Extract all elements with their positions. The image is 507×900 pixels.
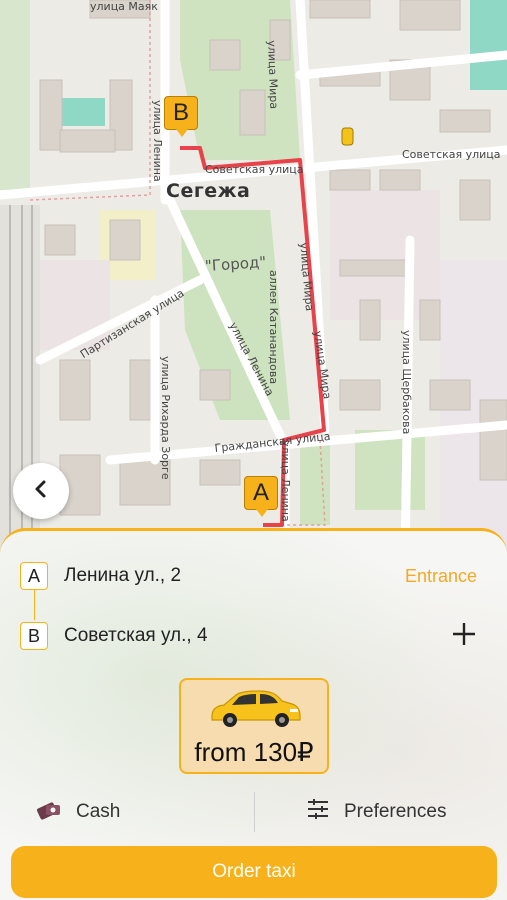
options-divider	[254, 792, 255, 832]
street-label: улица Ленина	[151, 100, 164, 182]
payment-method-button[interactable]: Cash	[36, 794, 120, 830]
preferences-button[interactable]: Preferences	[306, 794, 446, 830]
destination-point-badge: B	[20, 622, 48, 650]
street-label: улица Щербакова	[400, 330, 413, 435]
back-button[interactable]	[13, 463, 69, 519]
tariff-card[interactable]: from 130₽	[179, 678, 329, 774]
pickup-point-badge: A	[20, 562, 48, 590]
car-icon	[206, 684, 302, 737]
order-taxi-button[interactable]: Order taxi	[11, 846, 497, 898]
plus-icon[interactable]	[451, 621, 477, 652]
destination-row[interactable]: B Советская ул., 4	[20, 616, 477, 656]
pickup-row[interactable]: A Ленина ул., 2 Entrance	[20, 556, 477, 596]
street-label: улица Мира	[265, 40, 281, 110]
map-view[interactable]: Советская улица Советская улица улица Ми…	[0, 0, 507, 565]
sliders-icon	[306, 798, 330, 826]
entrance-link[interactable]: Entrance	[405, 566, 477, 587]
street-label: Советская улица	[205, 163, 304, 176]
cash-icon	[36, 797, 64, 827]
destination-address[interactable]: Советская ул., 4	[64, 625, 451, 647]
pickup-marker[interactable]: A	[244, 476, 278, 517]
street-label: улица Ленина	[279, 440, 292, 522]
payment-method-label: Cash	[76, 801, 121, 822]
city-label: Сегежа	[166, 180, 251, 202]
street-label: Советская улица	[402, 148, 501, 161]
chevron-left-icon	[30, 478, 52, 505]
destination-marker[interactable]: B	[164, 96, 198, 137]
street-label: улица Маяк	[90, 0, 158, 13]
street-label: аллея Катанандова	[267, 270, 280, 385]
pickup-address[interactable]: Ленина ул., 2	[64, 565, 405, 587]
tariff-price: from 130₽	[194, 737, 314, 767]
street-label: улица Рихарда Зорге	[159, 356, 172, 480]
preferences-label: Preferences	[344, 801, 447, 822]
